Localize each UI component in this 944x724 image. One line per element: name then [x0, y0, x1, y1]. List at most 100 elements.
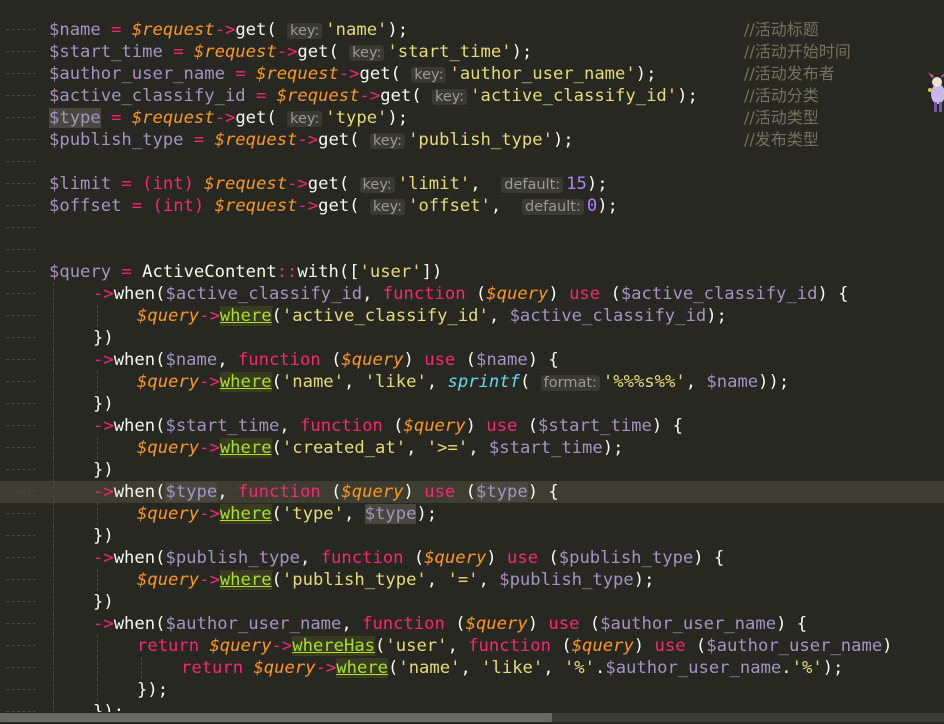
parameter-hint: key: — [349, 45, 385, 61]
code-line[interactable]: ->when($start_time, function ($query) us… — [0, 415, 944, 437]
fold-gutter — [0, 19, 44, 41]
scrollbar-track[interactable] — [552, 713, 944, 722]
code-token: ( — [403, 548, 425, 568]
code-token: -> — [297, 130, 319, 150]
code-line[interactable] — [0, 151, 944, 173]
indent-guide — [141, 657, 142, 679]
code-line[interactable]: $type = $request->get( key:'type'); //活动类… — [0, 107, 944, 129]
code-token: , — [406, 438, 427, 458]
fold-gutter — [0, 327, 44, 349]
code-token: use — [654, 636, 686, 656]
code-token: ( — [328, 42, 350, 62]
code-token: function — [300, 416, 383, 436]
code-token: $query — [49, 262, 112, 282]
code-token: :: — [276, 262, 298, 282]
horizontal-scrollbar[interactable] — [0, 712, 944, 724]
code-line[interactable] — [0, 217, 944, 239]
code-token: ); — [633, 570, 655, 590]
code-token: '%%%s%%' — [602, 372, 686, 392]
code-line[interactable]: }) — [0, 591, 944, 613]
code-token: ); — [511, 42, 533, 62]
code-lines: $name = $request->get( key:'name');//活动标… — [0, 19, 944, 723]
code-token: $query — [137, 570, 200, 590]
code-line[interactable]: return $query->whereHas('user', function… — [0, 635, 944, 657]
fold-gutter — [0, 63, 44, 85]
code-line[interactable]: $query = ActiveContent::with(['user']) — [0, 261, 944, 283]
code-line[interactable]: }) — [0, 327, 944, 349]
code-token: ) { — [527, 482, 559, 502]
code-line-content: }) — [93, 327, 114, 349]
code-token: ); — [416, 504, 438, 524]
code-token: ); — [706, 306, 727, 326]
code-token: -> — [276, 42, 298, 62]
code-line[interactable]: ->when($active_classify_id, function ($q… — [0, 283, 944, 305]
code-token: ); — [635, 64, 657, 84]
code-editor[interactable]: $name = $request->get( key:'name');//活动标… — [0, 0, 944, 724]
code-token: ); — [552, 130, 574, 150]
code-line[interactable]: $active_classify_id = $request->get( key… — [0, 85, 944, 107]
code-token: ); — [822, 658, 844, 678]
code-line-content: $query->where('type', $type); — [137, 503, 437, 525]
code-line[interactable]: $query->where('name', 'like', sprintf( f… — [0, 371, 944, 393]
code-token: $start_time — [538, 416, 652, 436]
fold-gutter — [0, 173, 44, 195]
code-line[interactable]: $query->where('publish_type', '=', $publ… — [0, 569, 944, 591]
indent-guide — [97, 569, 98, 591]
code-comment: //活动标题 — [744, 20, 819, 39]
code-line[interactable]: $publish_type = $request->get( key:'publ… — [0, 129, 944, 151]
code-comment: //活动分类 — [744, 86, 819, 105]
fold-gutter — [0, 393, 44, 415]
code-token: ( — [455, 482, 476, 502]
code-line[interactable]: $offset = (int) $request->get( key:'offs… — [0, 195, 944, 217]
code-line[interactable]: $query->where('type', $type); — [0, 503, 944, 525]
code-line[interactable]: $limit = (int) $request->get( key:'limit… — [0, 173, 944, 195]
fold-gutter — [0, 217, 44, 239]
code-token: 'limit' — [397, 174, 471, 194]
code-token: -> — [338, 64, 360, 84]
code-token: = — [173, 42, 184, 62]
code-token: , — [488, 306, 510, 326]
code-line[interactable]: ->when($author_user_name, function ($que… — [0, 613, 944, 635]
code-line-content: $query->where('active_classify_id', $act… — [137, 305, 727, 327]
code-line[interactable]: $query->where('created_at', '>=', $start… — [0, 437, 944, 459]
code-line[interactable]: $name = $request->get( key:'name'); //活动标… — [0, 19, 944, 41]
code-line[interactable]: ->when($name, function ($query) use ($na… — [0, 349, 944, 371]
code-token: , — [341, 614, 363, 634]
code-line[interactable]: $author_user_name = $request->get( key: '… — [0, 63, 944, 85]
code-token: function — [468, 636, 551, 656]
code-token: $author_user_name — [49, 64, 225, 84]
scrollbar-thumb[interactable] — [0, 713, 552, 722]
code-token: = — [111, 20, 122, 40]
code-token: get — [359, 64, 391, 84]
code-token: ( — [685, 636, 707, 656]
code-token: $active_classify_id — [49, 86, 246, 106]
code-line[interactable]: ->when($publish_type, function ($query) … — [0, 547, 944, 569]
code-line[interactable]: ->when($type, function ($query) use ($ty… — [0, 481, 944, 503]
code-token: = — [121, 262, 132, 282]
code-token: $author_user_name — [605, 658, 782, 678]
code-line[interactable]: }) — [0, 525, 944, 547]
code-line[interactable]: $query->where('active_classify_id', $act… — [0, 305, 944, 327]
fold-gutter — [0, 371, 44, 393]
code-line[interactable]: return $query->where('name', 'like', '%'… — [0, 657, 944, 679]
code-line-content: }) — [93, 459, 114, 481]
code-token: use — [569, 284, 601, 304]
code-line[interactable] — [0, 239, 944, 261]
code-line[interactable]: }); — [0, 679, 944, 701]
code-token: $query — [341, 350, 404, 370]
code-comment: //活动发布者 — [744, 64, 835, 83]
code-line[interactable]: }) — [0, 393, 944, 415]
code-token: -> — [93, 284, 114, 304]
code-line-content: ->when($name, function ($query) use ($na… — [93, 349, 559, 371]
code-token: -> — [93, 482, 114, 502]
code-token: ( — [271, 438, 282, 458]
code-line[interactable]: $start_time = $request->get( key:'start_… — [0, 41, 944, 63]
code-line[interactable]: }) — [0, 459, 944, 481]
code-token: ) { — [817, 284, 849, 304]
code-token: $request — [131, 108, 215, 128]
code-token: ); — [586, 174, 608, 194]
